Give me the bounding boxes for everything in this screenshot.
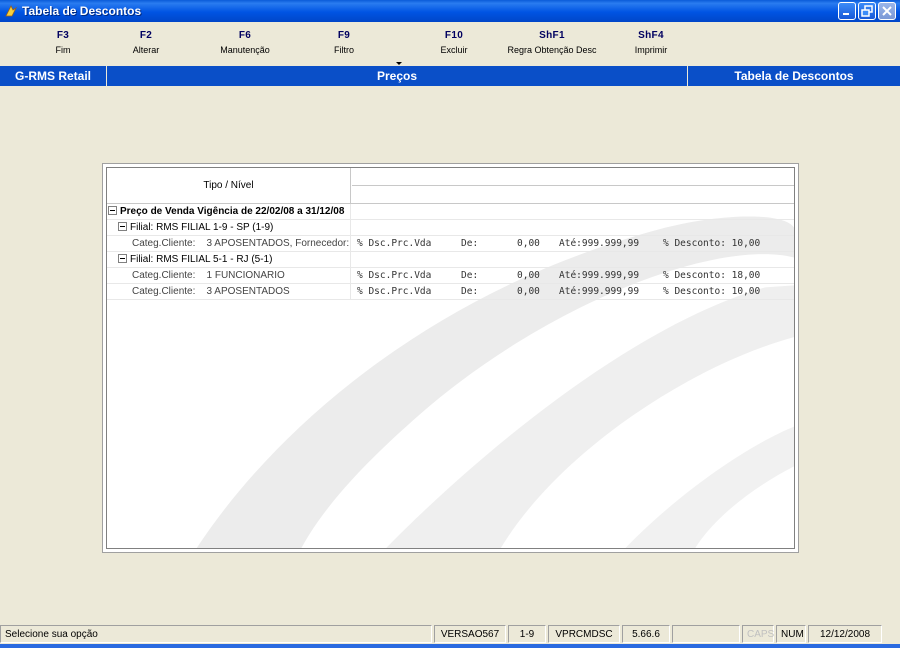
discount-percent: % Desconto: 10,00 <box>663 238 761 249</box>
fkey-f10-excluir[interactable]: F10 Excluir <box>399 30 509 55</box>
fkey-key: F10 <box>444 30 464 41</box>
window-bottom-border <box>0 644 900 648</box>
module-screen: Tabela de Descontos <box>734 69 854 83</box>
fkey-shf1-regra[interactable]: ShF1 Regra Obtenção Desc <box>497 30 607 55</box>
to-value: Até:999.999,99 <box>559 238 640 249</box>
fkey-label: Excluir <box>440 45 468 55</box>
status-date: 12/12/2008 <box>808 625 882 643</box>
fkey-label: Filtro <box>334 45 354 55</box>
status-version: VERSAO567 <box>434 625 506 643</box>
row-text: Filial: RMS FILIAL 1-9 - SP (1-9) <box>130 222 274 233</box>
from-label: De: <box>461 286 479 297</box>
fkey-label: Alterar <box>132 45 160 55</box>
module-section: Preços <box>376 69 418 83</box>
to-value: Até:999.999,99 <box>559 286 640 297</box>
tree-row-vigencia[interactable]: Preço de Venda Vigência de 22/02/08 a 31… <box>107 204 794 220</box>
column-header-blank <box>352 168 794 186</box>
status-filial: 1-9 <box>508 625 546 643</box>
status-num: NUM <box>776 625 806 643</box>
discount-percent: % Desconto: 18,00 <box>663 270 761 281</box>
fkey-label: Imprimir <box>634 45 668 55</box>
discount-type: % Dsc.Prc.Vda <box>357 270 432 281</box>
fkey-shf4-imprimir[interactable]: ShF4 Imprimir <box>596 30 706 55</box>
from-label: De: <box>461 238 479 249</box>
fkey-label: Regra Obtenção Desc <box>507 45 597 55</box>
restore-button[interactable] <box>858 2 876 20</box>
discount-type: % Dsc.Prc.Vda <box>357 286 432 297</box>
row-text: Filial: RMS FILIAL 5-1 - RJ (5-1) <box>130 254 273 265</box>
tree-row-discount[interactable]: Categ.Cliente: 3 APOSENTADOS % Dsc.Prc.V… <box>107 284 794 300</box>
to-value: Até:999.999,99 <box>559 270 640 281</box>
tree-row-filial-1-9[interactable]: Filial: RMS FILIAL 1-9 - SP (1-9) <box>107 220 794 236</box>
grid-header: Tipo / Nível <box>107 168 794 204</box>
discount-percent: % Desconto: 10,00 <box>663 286 761 297</box>
categ-value: 3 APOSENTADOS <box>206 286 290 297</box>
from-value: 0,00 <box>517 270 540 281</box>
categ-label: Categ.Cliente: <box>132 286 196 297</box>
from-value: 0,00 <box>517 286 540 297</box>
tree-row-filial-5-1[interactable]: Filial: RMS FILIAL 5-1 - RJ (5-1) <box>107 252 794 268</box>
close-button[interactable] <box>878 2 896 20</box>
discount-tree-grid[interactable]: Tipo / Nível Preço de Venda Vigência de … <box>106 167 795 549</box>
tree-row-discount[interactable]: Categ.Cliente: 3 APOSENTADOS, Fornecedor… <box>107 236 794 252</box>
categ-value: 3 APOSENTADOS, Fornecedor: <box>206 238 350 249</box>
collapse-toggle-icon[interactable] <box>108 205 117 215</box>
function-key-toolbar: F3 Fim F2 Alterar F6 Manutenção F9 Filtr… <box>0 22 900 66</box>
tree-row-discount[interactable]: Categ.Cliente: 1 FUNCIONARIO % Dsc.Prc.V… <box>107 268 794 284</box>
status-program: VPRCMDSC <box>548 625 620 643</box>
window-titlebar: Tabela de Descontos <box>0 0 900 22</box>
fkey-key: ShF4 <box>638 30 664 41</box>
status-caps: CAPS <box>742 625 774 643</box>
row-text: Preço de Venda Vigência de 22/02/08 a 31… <box>120 206 345 217</box>
status-empty-panel <box>672 625 740 643</box>
minimize-button[interactable] <box>838 2 856 20</box>
filter-dropdown-arrow-icon[interactable] <box>396 62 402 65</box>
module-name: G-RMS Retail <box>14 69 91 83</box>
status-bar: Selecione sua opção VERSAO567 1-9 VPRCMD… <box>0 624 900 644</box>
fkey-f2-alterar[interactable]: F2 Alterar <box>91 30 201 55</box>
fkey-f9-filtro[interactable]: F9 Filtro <box>289 30 399 55</box>
fkey-key: F9 <box>337 30 351 41</box>
discount-type: % Dsc.Prc.Vda <box>357 238 432 249</box>
grid-rows: Preço de Venda Vigência de 22/02/08 a 31… <box>107 204 794 300</box>
app-icon <box>4 4 18 18</box>
categ-label: Categ.Cliente: <box>132 270 196 281</box>
status-release: 5.66.6 <box>622 625 670 643</box>
column-header-tipo-nivel: Tipo / Nível <box>107 168 351 204</box>
categ-value: 1 FUNCIONARIO <box>206 270 285 281</box>
fkey-key: F2 <box>139 30 153 41</box>
fkey-f6-manutencao[interactable]: F6 Manutenção <box>190 30 300 55</box>
window-title: Tabela de Descontos <box>22 4 142 18</box>
fkey-label: Manutenção <box>220 45 270 55</box>
fkey-key: ShF1 <box>539 30 565 41</box>
module-bar: G-RMS Retail Preços Tabela de Descontos <box>0 66 900 86</box>
collapse-toggle-icon[interactable] <box>118 221 127 231</box>
status-message: Selecione sua opção <box>0 625 432 643</box>
categ-label: Categ.Cliente: <box>132 238 196 249</box>
collapse-toggle-icon[interactable] <box>118 253 127 263</box>
from-value: 0,00 <box>517 238 540 249</box>
discount-table-panel: Tipo / Nível Preço de Venda Vigência de … <box>102 163 799 553</box>
fkey-key: F6 <box>238 30 252 41</box>
from-label: De: <box>461 270 479 281</box>
